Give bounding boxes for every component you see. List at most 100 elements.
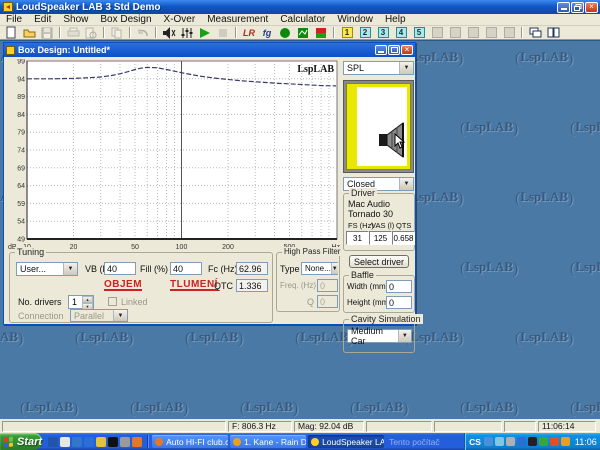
menu-item-x-over[interactable]: X-Over [158,14,202,25]
taskbar-task[interactable]: LoudSpeaker LAB 3 S... [308,435,384,448]
lr-measurement-icon-glyph: LR [243,28,255,38]
task-label: 1. Kane - Rain Down... [244,437,306,447]
box-design-maximize-button[interactable] [388,45,400,55]
box-design-title: Box Design: Untitled* [18,45,374,55]
chart-icon[interactable] [295,26,311,39]
disabled-page-button [486,27,497,38]
hpf-type-value: None... [305,264,331,273]
box-design-title-bar[interactable]: Box Design: Untitled* × [4,43,415,57]
speaker-mute-icon[interactable] [161,26,177,39]
page-10-button[interactable] [501,26,517,39]
minimize-button[interactable] [557,2,570,13]
play-icon[interactable] [197,26,213,39]
restore-button[interactable] [571,2,584,13]
no-drivers-stepper[interactable]: 1 ▲▼ [68,295,94,309]
qts-header: QTS [396,221,411,230]
language-indicator[interactable]: CS [469,437,481,447]
messenger-tray-icon[interactable] [484,437,493,446]
rta-icon[interactable] [277,26,293,39]
chevron-down-icon: ▼ [113,310,127,321]
compare-icon[interactable] [313,26,329,39]
bluetooth-icon[interactable] [517,437,526,446]
baffle-width-label: Width (mm) [347,282,388,291]
cavity-simulation-dropdown[interactable]: Medium Car ▼ [347,329,412,343]
taskbar-clock[interactable]: 11:06 [575,437,597,447]
taskbar-task[interactable]: Tento počítač [386,435,462,448]
baffle-width-field[interactable]: 0 [386,280,412,293]
page-3-button[interactable]: 3 [375,26,391,39]
chevron-down-icon[interactable]: ▼ [399,62,413,74]
menu-item-window[interactable]: Window [331,14,379,25]
baffle-height-field[interactable]: 0 [386,296,412,309]
toolbar-separator [521,27,523,38]
menu-item-file[interactable]: File [0,14,28,25]
page-9-button[interactable] [483,26,499,39]
page-4-button[interactable]: 4 [393,26,409,39]
taskbar-task[interactable]: 1. Kane - Rain Down... [230,435,306,448]
tile-windows-icon[interactable] [545,26,561,39]
menu-item-help[interactable]: Help [379,14,412,25]
internet-explorer-icon[interactable] [84,437,94,447]
hpf-type-dropdown[interactable]: None... ▼ [301,262,338,275]
taskbar: Start Auto HI-FI club.cz | ... 1. Kane - … [0,433,600,450]
menu-item-edit[interactable]: Edit [28,14,57,25]
page-2-button-label: 2 [360,27,371,38]
media-tray-icon[interactable] [528,437,537,446]
menu-item-box-design[interactable]: Box Design [94,14,157,25]
chevron-down-icon[interactable]: ▼ [399,178,413,190]
alert-icon[interactable] [550,437,559,446]
sync-icon[interactable] [495,437,504,446]
menu-item-show[interactable]: Show [57,14,94,25]
media-player-icon[interactable] [48,437,58,447]
mixer-icon[interactable] [179,26,195,39]
chevron-down-icon[interactable]: ▼ [398,330,411,342]
page-5-button[interactable]: 5 [411,26,427,39]
spl-chart[interactable]: LspLAB 999489847974696459544910205010020… [6,59,342,251]
maximize-icon [391,47,398,53]
messenger-icon[interactable] [72,437,82,447]
new-file-icon[interactable] [3,26,19,39]
view-selector-value: SPL [347,63,364,73]
start-button[interactable]: Start [0,433,42,450]
svg-text:54: 54 [17,219,25,226]
save-file-icon [39,26,55,39]
close-button[interactable]: × [585,2,598,13]
stop-icon [215,26,231,39]
app-icon[interactable] [120,437,130,447]
page-6-button[interactable] [429,26,445,39]
page-1-button[interactable]: 1 [339,26,355,39]
shield-icon[interactable] [539,437,548,446]
fs-value: 31 [346,231,369,245]
box-design-minimize-button[interactable] [375,45,387,55]
spin-up-icon[interactable]: ▲ [82,296,93,303]
menu-item-measurement[interactable]: Measurement [201,14,274,25]
tuning-preset-dropdown[interactable]: User... ▼ [16,262,78,276]
signal-generator-icon[interactable]: fg [259,26,275,39]
taskbar-task[interactable]: Auto HI-FI club.cz | ... [152,435,228,448]
select-driver-button[interactable]: Select driver [349,255,409,268]
disabled-page-button [504,27,515,38]
battery-icon[interactable] [561,437,570,446]
console-icon[interactable] [108,437,118,447]
vb-field[interactable]: 40 [104,262,136,275]
view-selector-dropdown[interactable]: SPL ▼ [343,61,414,75]
chevron-down-icon[interactable]: ▼ [63,263,77,275]
svg-text:50: 50 [131,244,139,251]
firefox-icon[interactable] [132,437,142,447]
cascade-windows-icon[interactable] [527,26,543,39]
fill-field[interactable]: 40 [170,262,202,275]
box-design-close-button[interactable]: × [401,45,413,55]
document-icon[interactable] [60,437,70,447]
linked-checkbox[interactable] [108,297,117,306]
hpf-q-label: Q [307,297,314,307]
page-2-button[interactable]: 2 [357,26,373,39]
spl-chart-canvas[interactable]: 9994898479746964595449102050100200500dBH… [6,59,342,251]
menu-item-calculator[interactable]: Calculator [274,14,331,25]
page-7-button[interactable] [447,26,463,39]
page-8-button[interactable] [465,26,481,39]
open-file-icon[interactable] [21,26,37,39]
lr-measurement-icon[interactable]: LR [241,26,257,39]
chevron-down-icon[interactable]: ▼ [331,263,338,274]
display-settings-icon[interactable] [506,437,515,446]
folder-icon[interactable] [96,437,106,447]
